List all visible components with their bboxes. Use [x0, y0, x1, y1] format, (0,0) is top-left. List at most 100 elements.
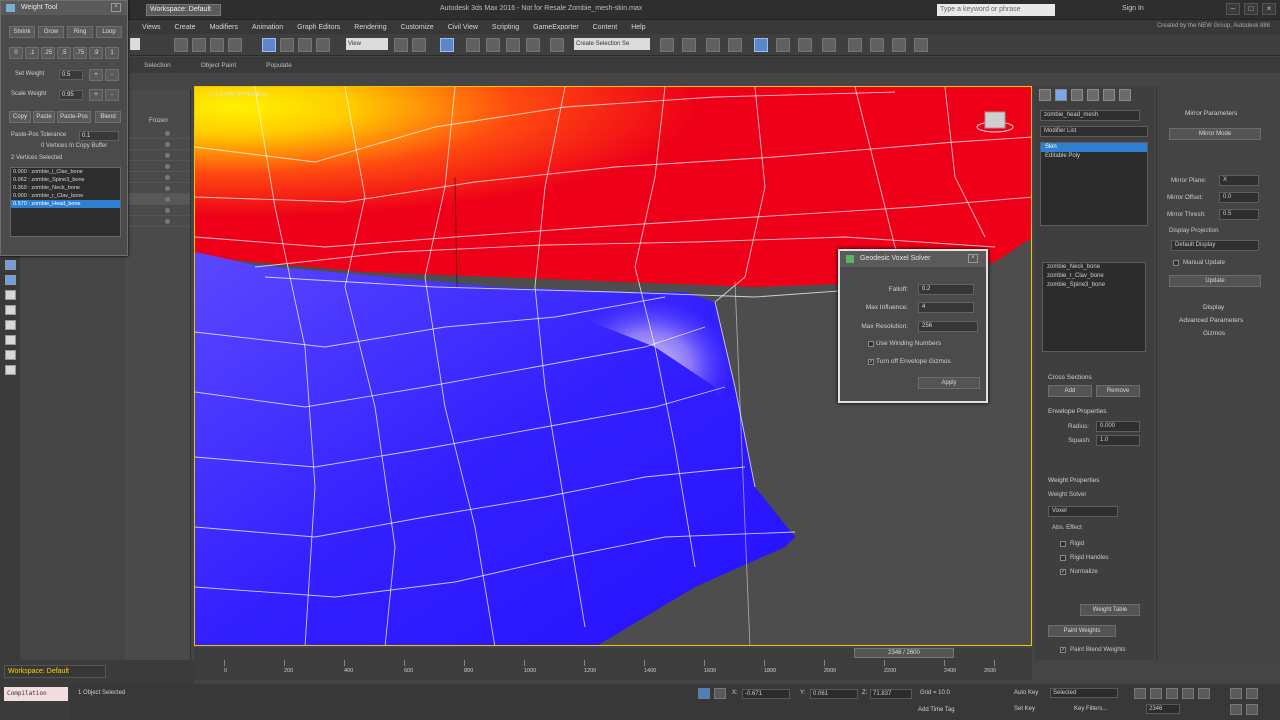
- render-icon[interactable]: [892, 38, 906, 52]
- weight-01-button[interactable]: .1: [25, 47, 39, 59]
- curve-editor-icon[interactable]: [776, 38, 790, 52]
- apply-button[interactable]: Apply: [918, 377, 980, 389]
- ring-button[interactable]: Ring: [67, 26, 93, 38]
- explorer-row[interactable]: [125, 161, 190, 172]
- menu-civil-view[interactable]: Civil View: [448, 24, 478, 31]
- manipulate-icon[interactable]: [440, 38, 454, 52]
- z-coordinate-field[interactable]: 71.837: [870, 689, 912, 699]
- zoom-all-icon[interactable]: [1246, 688, 1258, 699]
- grow-button[interactable]: Grow: [38, 26, 64, 38]
- align-icon[interactable]: [682, 38, 696, 52]
- squash-spinner[interactable]: 1.0: [1096, 435, 1140, 446]
- ribbon-tab-populate[interactable]: Populate: [266, 62, 292, 69]
- named-selection-dropdown[interactable]: Create Selection Se: [574, 38, 650, 50]
- ribbon-tab-object-paint[interactable]: Object Paint: [201, 62, 236, 69]
- freeze-toggle-icon[interactable]: [165, 186, 170, 191]
- falloff-spinner[interactable]: 0.2: [918, 284, 974, 295]
- paste-pos-button[interactable]: Paste-Pos: [57, 111, 91, 123]
- vertex-weight-list[interactable]: 0.000 : zombie_l_Clav_bone 0.062 : zombi…: [10, 167, 121, 237]
- next-frame-icon[interactable]: [1182, 688, 1194, 699]
- zoom-icon[interactable]: [1230, 688, 1242, 699]
- explorer-row[interactable]: [125, 216, 190, 227]
- close-icon[interactable]: ×: [111, 3, 121, 12]
- place-icon[interactable]: [316, 38, 330, 52]
- filter-tool-icon[interactable]: [5, 335, 16, 345]
- set-weight-minus-button[interactable]: -: [105, 69, 119, 81]
- angle-snap-icon[interactable]: [486, 38, 500, 52]
- list-item[interactable]: 0.000 : zombie_l_Clav_bone: [11, 168, 120, 176]
- rendered-frame-icon[interactable]: [870, 38, 884, 52]
- maxscript-listener[interactable]: Compilation: [4, 687, 68, 701]
- render-iterative-icon[interactable]: [914, 38, 928, 52]
- loop-button[interactable]: Loop: [96, 26, 122, 38]
- freeze-toggle-icon[interactable]: [165, 164, 170, 169]
- remove-cross-section-button[interactable]: Remove: [1096, 385, 1140, 397]
- menu-content[interactable]: Content: [593, 24, 618, 31]
- weight-025-button[interactable]: .25: [41, 47, 55, 59]
- mirror-mode-button[interactable]: Mirror Mode: [1169, 128, 1261, 140]
- workspace-selector[interactable]: Workspace: Default: [4, 665, 106, 678]
- list-item[interactable]: zombie_Neck_bone: [1043, 263, 1145, 272]
- mirror-offset-spinner[interactable]: 0.0: [1219, 192, 1259, 203]
- menu-customize[interactable]: Customize: [401, 24, 434, 31]
- geodesic-header[interactable]: Geodesic Voxel Solver ×: [840, 251, 986, 267]
- menu-help[interactable]: Help: [631, 24, 645, 31]
- edit-named-selection-icon[interactable]: [550, 38, 564, 52]
- add-time-tag[interactable]: Add Time Tag: [918, 707, 955, 713]
- freeze-toggle-icon[interactable]: [165, 208, 170, 213]
- weight-solver-dropdown[interactable]: Voxel: [1048, 506, 1118, 517]
- window-crossing-icon[interactable]: [228, 38, 242, 52]
- normalize-checkbox[interactable]: ✓: [1060, 569, 1066, 575]
- set-key-label[interactable]: Set Key: [1014, 706, 1035, 712]
- list-item[interactable]: 0.369 : zombie_Neck_bone: [11, 184, 120, 192]
- weight-075-button[interactable]: .75: [73, 47, 87, 59]
- menu-graph-editors[interactable]: Graph Editors: [297, 24, 340, 31]
- list-item[interactable]: zombie_Spine3_bone: [1043, 281, 1145, 290]
- turn-off-envelope-checkbox[interactable]: ✓: [868, 359, 874, 365]
- close-icon[interactable]: ×: [1262, 3, 1276, 15]
- paste-button[interactable]: Paste: [33, 111, 55, 123]
- create-tab-icon[interactable]: [1039, 89, 1051, 101]
- menu-rendering[interactable]: Rendering: [354, 24, 386, 31]
- material-editor-icon[interactable]: [822, 38, 836, 52]
- max-influence-spinner[interactable]: 4: [918, 302, 974, 313]
- freeze-toggle-icon[interactable]: [165, 197, 170, 202]
- spinner-snap-icon[interactable]: [526, 38, 540, 52]
- modifier-stack[interactable]: Skin Editable Poly: [1040, 142, 1148, 226]
- manual-update-checkbox[interactable]: [1173, 260, 1179, 266]
- go-to-start-icon[interactable]: [1134, 688, 1146, 699]
- menu-gameexporter[interactable]: GameExporter: [533, 24, 579, 31]
- search-input[interactable]: Type a keyword or phrase: [937, 4, 1055, 16]
- freeze-toggle-icon[interactable]: [165, 219, 170, 224]
- set-weight-plus-button[interactable]: +: [89, 69, 103, 81]
- freeze-toggle-icon[interactable]: [165, 153, 170, 158]
- bone-list[interactable]: zombie_Neck_bone zombie_r_Clav_bone zomb…: [1042, 262, 1146, 352]
- ribbon-icon[interactable]: [754, 38, 768, 52]
- scale-weight-minus-button[interactable]: -: [105, 89, 119, 101]
- sort-tool-icon[interactable]: [5, 350, 16, 360]
- rigid-checkbox[interactable]: [1060, 541, 1066, 547]
- scene-explorer-icon[interactable]: [728, 38, 742, 52]
- explorer-row[interactable]: [125, 172, 190, 183]
- paint-blend-checkbox[interactable]: ✓: [1060, 647, 1066, 653]
- list-item[interactable]: 0.570 : zombie_Head_bone: [11, 200, 120, 208]
- add-cross-section-button[interactable]: Add: [1048, 385, 1092, 397]
- stack-item-editable-poly[interactable]: Editable Poly: [1041, 152, 1147, 161]
- menu-scripting[interactable]: Scripting: [492, 24, 519, 31]
- mirror-icon[interactable]: [660, 38, 674, 52]
- menu-animation[interactable]: Animation: [252, 24, 283, 31]
- blend-button[interactable]: Blend: [95, 111, 121, 123]
- find-tool-icon[interactable]: [5, 365, 16, 375]
- hide-tool-icon[interactable]: [5, 305, 16, 315]
- workspace-dropdown[interactable]: Workspace: Default: [146, 4, 221, 16]
- freeze-toggle-icon[interactable]: [165, 175, 170, 180]
- move-icon[interactable]: [262, 38, 276, 52]
- set-weight-field[interactable]: 0.5: [59, 70, 83, 80]
- explorer-row[interactable]: [125, 183, 190, 194]
- pan-icon[interactable]: [1230, 704, 1242, 715]
- rigid-handles-checkbox[interactable]: [1060, 555, 1066, 561]
- weight-05-button[interactable]: .5: [57, 47, 71, 59]
- explorer-row[interactable]: [125, 128, 190, 139]
- display-projection-dropdown[interactable]: Default Display: [1171, 240, 1259, 251]
- update-button[interactable]: Update: [1169, 275, 1261, 287]
